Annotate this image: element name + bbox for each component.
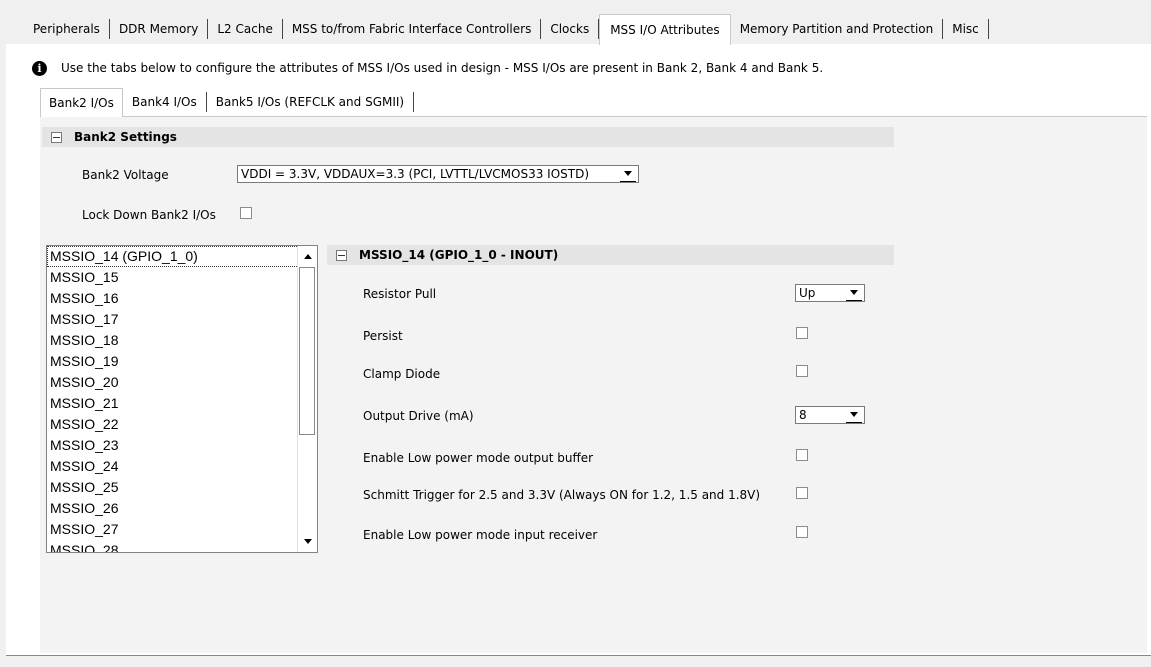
chevron-down-icon[interactable] [846,408,862,423]
info-icon: i [32,60,47,76]
info-text: Use the tabs below to configure the attr… [61,61,824,75]
clamp-diode-label: Clamp Diode [363,367,441,381]
lp-input-receiver-label: Enable Low power mode input receiver [363,528,598,542]
list-item[interactable]: MSSIO_19 [47,351,299,372]
list-item[interactable]: MSSIO_22 [47,414,299,435]
io-attributes-header[interactable]: MSSIO_14 (GPIO_1_0 - INOUT) [327,245,894,265]
tab-bank4-ios[interactable]: Bank4 I/Os [123,92,207,112]
lp-output-buffer-label: Enable Low power mode output buffer [363,451,594,465]
resistor-pull-value: Up [799,286,816,300]
chevron-down-icon[interactable] [846,286,862,301]
lp-input-receiver-checkbox[interactable] [796,526,808,538]
scroll-down-icon[interactable] [298,533,317,550]
tab-misc[interactable]: Misc [943,19,989,39]
tab-label: Peripherals [33,22,100,36]
chevron-down-icon[interactable] [620,167,636,182]
tab-clocks[interactable]: Clocks [541,19,600,39]
bottom-divider [6,655,1151,656]
io-attributes-title: MSSIO_14 (GPIO_1_0 - INOUT) [359,248,559,262]
tab-ddr-memory[interactable]: DDR Memory [110,19,209,39]
lp-output-buffer-checkbox[interactable] [796,449,808,461]
collapse-icon[interactable] [51,131,62,143]
collapse-icon[interactable] [336,249,347,261]
bank-settings-title: Bank2 Settings [74,130,177,144]
lock-bank-label: Lock Down Bank2 I/Os [82,208,216,222]
bank-voltage-label: Bank2 Voltage [82,168,169,182]
io-listbox[interactable]: MSSIO_14 (GPIO_1_0) MSSIO_15 MSSIO_16 MS… [46,245,318,553]
resistor-pull-select[interactable]: Up [795,284,865,302]
schmitt-trigger-checkbox[interactable] [796,487,808,499]
info-banner: i Use the tabs below to configure the at… [32,59,823,77]
list-item[interactable]: MSSIO_21 [47,393,299,414]
list-item[interactable]: MSSIO_20 [47,372,299,393]
output-drive-select[interactable]: 8 [795,406,865,424]
tab-label: MSS I/O Attributes [610,23,720,37]
list-item[interactable]: MSSIO_24 [47,456,299,477]
resistor-pull-label: Resistor Pull [363,287,437,301]
list-item[interactable]: MSSIO_25 [47,477,299,498]
scroll-up-icon[interactable] [298,248,317,265]
list-item[interactable]: MSSIO_26 [47,498,299,519]
tab-label: MSS to/from Fabric Interface Controllers [291,22,532,36]
tab-memory-partition[interactable]: Memory Partition and Protection [731,19,944,39]
bank-voltage-select[interactable]: VDDI = 3.3V, VDDAUX=3.3 (PCI, LVTTL/LVCM… [237,165,639,183]
list-item[interactable]: MSSIO_28 [47,540,299,552]
scroll-thumb[interactable] [299,267,315,435]
list-item[interactable]: MSSIO_23 [47,435,299,456]
tab-fabric-interface[interactable]: MSS to/from Fabric Interface Controllers [283,19,542,39]
tab-label: Memory Partition and Protection [739,22,934,36]
tab-label: DDR Memory [118,22,199,36]
bank-voltage-value: VDDI = 3.3V, VDDAUX=3.3 (PCI, LVTTL/LVCM… [241,167,590,181]
lock-bank-checkbox[interactable] [240,207,252,219]
io-list: MSSIO_14 (GPIO_1_0) MSSIO_15 MSSIO_16 MS… [47,246,299,552]
persist-checkbox[interactable] [796,327,808,339]
list-item[interactable]: MSSIO_17 [47,309,299,330]
list-item[interactable]: MSSIO_18 [47,330,299,351]
tab-bank5-ios[interactable]: Bank5 I/Os (REFCLK and SGMII) [207,92,415,112]
top-tab-strip: Peripherals DDR Memory L2 Cache MSS to/f… [24,14,989,45]
io-list-scrollbar[interactable] [297,246,317,552]
clamp-diode-checkbox[interactable] [796,365,808,377]
tab-peripherals[interactable]: Peripherals [24,19,110,39]
persist-label: Persist [363,329,403,343]
tab-label: L2 Cache [217,22,273,36]
list-item[interactable]: MSSIO_27 [47,519,299,540]
tab-l2-cache[interactable]: L2 Cache [208,19,283,39]
tab-label: Clocks [550,22,590,36]
mss-configurator-window: Peripherals DDR Memory L2 Cache MSS to/f… [0,0,1151,667]
tab-label: Bank4 I/Os [131,95,197,109]
list-item[interactable]: MSSIO_14 (GPIO_1_0) [47,246,299,267]
tab-label: Bank2 I/Os [49,96,114,110]
output-drive-label: Output Drive (mA) [363,409,474,423]
schmitt-trigger-label: Schmitt Trigger for 2.5 and 3.3V (Always… [363,488,761,502]
list-item[interactable]: MSSIO_16 [47,288,299,309]
list-item[interactable]: MSSIO_15 [47,267,299,288]
tab-label: Misc [952,22,979,36]
tab-mss-io-attributes[interactable]: MSS I/O Attributes [599,14,731,45]
tab-bank2-ios[interactable]: Bank2 I/Os [40,88,123,117]
bank-tab-strip: Bank2 I/Os Bank4 I/Os Bank5 I/Os (REFCLK… [40,88,415,117]
bank-settings-header[interactable]: Bank2 Settings [42,127,894,147]
output-drive-value: 8 [799,408,807,422]
tab-label: Bank5 I/Os (REFCLK and SGMII) [215,95,405,109]
